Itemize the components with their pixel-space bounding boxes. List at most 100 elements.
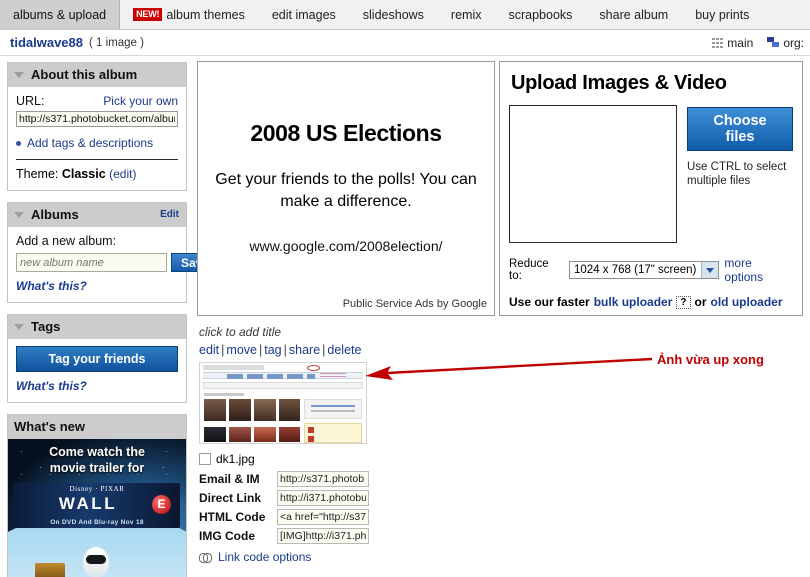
tag-your-friends-button[interactable]: Tag your friends: [16, 346, 178, 372]
op-share[interactable]: share: [289, 343, 320, 357]
code-row: Direct Link: [199, 490, 806, 506]
walle-ad-banner[interactable]: Come watch the movie trailer for Disney …: [8, 439, 186, 577]
whats-new-title: What's new: [14, 419, 85, 434]
bullet-icon: [16, 140, 21, 146]
chevron-down-icon[interactable]: [701, 262, 719, 278]
op-tag[interactable]: tag: [264, 343, 281, 357]
theme-row: Theme: Classic (edit): [16, 167, 178, 181]
tab-edit-images[interactable]: edit images: [259, 0, 350, 29]
choose-files-button[interactable]: Choose files: [687, 107, 793, 151]
organize-link[interactable]: org:: [767, 36, 804, 50]
albums-edit-link[interactable]: Edit: [160, 209, 179, 220]
chevron-down-icon[interactable]: [14, 71, 24, 78]
reduce-to-label: Reduce to:: [509, 258, 549, 282]
link-code-options-row[interactable]: Link code options: [199, 550, 806, 564]
whats-new-header: What's new: [8, 415, 186, 439]
add-tags-row[interactable]: Add tags & descriptions: [16, 136, 178, 150]
pick-your-own-link[interactable]: Pick your own: [103, 94, 178, 108]
op-delete[interactable]: delete: [327, 343, 361, 357]
op-move[interactable]: move: [226, 343, 257, 357]
code-label-img-code: IMG Code: [199, 529, 255, 543]
image-item-area: click to add title edit | move | tag | share | d…: [197, 325, 806, 564]
thumb-section-label: [204, 393, 244, 396]
upload-main: Choose files Use CTRL to select multiple…: [509, 105, 793, 243]
tab-label: slideshows: [362, 7, 424, 22]
thumb-promo-box: [304, 399, 362, 419]
top-panels: 2008 US Elections Get your friends to th…: [197, 61, 806, 316]
op-edit[interactable]: edit: [199, 343, 219, 357]
organize-icon: [767, 37, 780, 48]
albums-header[interactable]: Albums Edit: [8, 203, 186, 227]
google-ad-panel[interactable]: 2008 US Elections Get your friends to th…: [197, 61, 495, 316]
select-image-checkbox[interactable]: [199, 453, 211, 465]
about-album-header[interactable]: About this album: [8, 63, 186, 87]
code-label-direct-link: Direct Link: [199, 491, 262, 505]
tab-label: albums & upload: [13, 7, 107, 22]
tab-remix[interactable]: remix: [438, 0, 496, 29]
help-question-icon[interactable]: ?: [676, 295, 691, 309]
separator: |: [322, 343, 326, 357]
faster-prefix-text: Use our faster: [509, 295, 590, 309]
new-badge: NEW!: [133, 8, 163, 21]
thumb-searchbar: [203, 382, 363, 389]
tags-whats-this-link[interactable]: What's this?: [16, 379, 178, 393]
thumb-video-grid-row1: [204, 399, 300, 421]
tab-scrapbooks[interactable]: scrapbooks: [495, 0, 586, 29]
tab-albums-upload[interactable]: albums & upload: [0, 0, 121, 29]
albums-body: Add a new album: Save What's this?: [8, 227, 220, 302]
add-album-label: Add a new album:: [16, 234, 117, 248]
image-operations: edit | move | tag | share | delete: [199, 343, 806, 357]
user-bar-actions: main org:: [712, 36, 804, 50]
tab-share-album[interactable]: share album: [586, 0, 682, 29]
walle-e-badge: E: [152, 495, 171, 514]
old-uploader-link[interactable]: old uploader: [711, 295, 783, 309]
add-tags-link[interactable]: Add tags & descriptions: [27, 136, 153, 150]
module-whats-new: What's new Come watch the movie trailer …: [7, 414, 187, 577]
separator: |: [258, 343, 263, 357]
code-label-email-im: Email & IM: [199, 472, 260, 486]
tab-buy-prints[interactable]: buy prints: [682, 0, 763, 29]
module-tags: Tags Tag your friends What's this?: [7, 314, 187, 403]
ad-line-2: movie trailer for: [49, 461, 145, 475]
code-input-direct-link[interactable]: [277, 490, 369, 506]
add-album-row: Save: [16, 253, 220, 272]
click-to-add-title[interactable]: click to add title: [199, 325, 806, 339]
code-input-email-im[interactable]: [277, 471, 369, 487]
more-options-link[interactable]: more options: [724, 256, 793, 284]
tab-album-themes[interactable]: NEW! album themes: [120, 0, 259, 29]
bulk-uploader-link[interactable]: bulk uploader: [594, 295, 673, 309]
tab-slideshows[interactable]: slideshows: [350, 0, 438, 29]
main-navigation: albums & upload NEW! album themes edit i…: [0, 0, 810, 30]
code-input-html-code[interactable]: [277, 509, 369, 525]
ad-release-date: On DVD And Blu-ray Nov 18: [50, 519, 144, 526]
albums-title: Albums: [31, 207, 79, 222]
thumb-video-grid-row2: [204, 427, 300, 442]
new-album-name-input[interactable]: [16, 253, 167, 272]
about-album-title: About this album: [31, 67, 138, 82]
album-url-input[interactable]: [16, 111, 178, 127]
about-album-body: URL: Pick your own Add tags & descriptio…: [8, 87, 186, 190]
theme-prefix: Theme:: [16, 167, 62, 181]
chevron-down-icon[interactable]: [14, 211, 24, 218]
uploader-links-row: Use our faster bulk uploader ? or old up…: [509, 295, 793, 309]
google-ad-url[interactable]: www.google.com/2008election/: [198, 238, 494, 254]
or-text: or: [694, 295, 707, 309]
image-filename: dk1.jpg: [216, 452, 255, 466]
upload-actions: Choose files Use CTRL to select multiple…: [687, 105, 793, 243]
albums-whats-this-link[interactable]: What's this?: [16, 279, 178, 293]
reduce-to-select[interactable]: 1024 x 768 (17" screen): [569, 261, 720, 279]
divider: [16, 159, 178, 160]
thumb-whatsnew-box: [304, 423, 362, 443]
code-row: Email & IM: [199, 471, 806, 487]
upload-panel: Upload Images & Video Choose files Use C…: [499, 61, 803, 316]
username-link[interactable]: tidalwave88: [10, 35, 83, 50]
main-view-link[interactable]: main: [712, 36, 753, 50]
grid-icon: [712, 37, 724, 48]
tags-header[interactable]: Tags: [8, 315, 186, 339]
image-thumbnail[interactable]: [199, 362, 367, 444]
theme-edit-link[interactable]: (edit): [109, 167, 136, 181]
upload-file-list-box[interactable]: [509, 105, 677, 243]
chevron-down-icon[interactable]: [14, 323, 24, 330]
theme-name: Classic: [61, 167, 106, 181]
code-input-img-code[interactable]: [277, 528, 369, 544]
